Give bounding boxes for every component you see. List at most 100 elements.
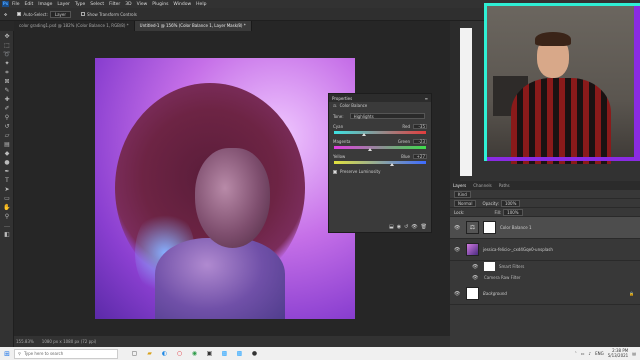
eyedropper-icon[interactable]: ✎ xyxy=(3,88,11,94)
magenta-green-value[interactable]: -23 xyxy=(413,139,427,144)
yellow-blue-slider[interactable] xyxy=(334,161,426,166)
menu-edit[interactable]: Edit xyxy=(25,2,34,7)
lightroom-taskbar-icon[interactable]: ▩ xyxy=(235,349,244,358)
layer-row[interactable]: 👁 ⚖ Color Balance 1 xyxy=(450,217,640,239)
tab-paths[interactable]: Paths xyxy=(499,183,510,188)
menu-plugins[interactable]: Plugins xyxy=(152,2,168,7)
menu-type[interactable]: Type xyxy=(75,2,85,7)
chrome-icon[interactable]: ◉ xyxy=(190,349,199,358)
marquee-icon[interactable]: ⬚ xyxy=(3,43,11,49)
healing-brush-icon[interactable]: ✚ xyxy=(3,97,11,103)
gradient-icon[interactable]: ▤ xyxy=(3,142,11,148)
windows-start-icon[interactable]: ⊞ xyxy=(0,347,14,360)
tray-chevron-icon[interactable]: ˄ xyxy=(575,351,577,356)
notifications-icon[interactable]: ▤ xyxy=(632,351,636,356)
task-view-icon[interactable]: ▢ xyxy=(130,349,139,358)
tab-color-grading[interactable]: color grading1.psd @ 182% (Color Balance… xyxy=(14,21,135,31)
opera-icon[interactable]: ○ xyxy=(175,349,184,358)
yellow-blue-value[interactable]: +27 xyxy=(413,154,427,159)
fill-field[interactable]: 100% xyxy=(503,208,523,216)
slider-knob[interactable] xyxy=(362,133,367,136)
cyan-red-slider[interactable] xyxy=(334,131,426,136)
layer-row[interactable]: 👁 jessica-felicio-_cxd4Gqe0-unsplash xyxy=(450,239,640,261)
hand-icon[interactable]: ✋ xyxy=(3,205,11,211)
document-image[interactable] xyxy=(95,58,355,319)
doc-info: 1080 px x 1080 px (72 ppi) xyxy=(41,339,97,344)
eye-icon[interactable]: 👁 xyxy=(472,264,478,270)
menu-view[interactable]: View xyxy=(137,2,148,7)
lasso-icon[interactable]: ➰ xyxy=(3,52,11,58)
show-transform-option[interactable]: Show Transform Controls xyxy=(81,12,137,17)
menu-file[interactable]: File xyxy=(12,2,20,7)
menu-filter[interactable]: Filter xyxy=(109,2,120,7)
delete-icon[interactable]: 🗑 xyxy=(421,224,427,230)
menu-image[interactable]: Image xyxy=(38,2,52,7)
preserve-luminosity-checkbox[interactable] xyxy=(333,169,337,174)
layer-row[interactable]: 👁 Background 🔒 xyxy=(450,283,640,305)
lock-icon[interactable]: 🔒 xyxy=(629,291,634,296)
magic-wand-icon[interactable]: ✦ xyxy=(3,61,11,67)
menu-layer[interactable]: Layer xyxy=(57,2,70,7)
pen-icon[interactable]: ✒ xyxy=(3,169,11,175)
file-explorer-icon[interactable]: ▰ xyxy=(145,349,154,358)
edge-icon[interactable]: ◐ xyxy=(160,349,169,358)
move-icon[interactable]: ✥ xyxy=(3,34,11,40)
tab-untitled[interactable]: Untitled-1 @ 156% (Color Balance 1, Laye… xyxy=(134,21,252,31)
opacity-field[interactable]: 100% xyxy=(500,199,521,207)
camera-raw-filter-row[interactable]: 👁 Camera Raw Filter xyxy=(450,272,640,283)
tone-dropdown[interactable]: Highlights xyxy=(349,113,425,119)
taskbar-search[interactable]: ⚲ Type here to search xyxy=(14,348,118,359)
language-indicator[interactable]: ENG xyxy=(595,351,604,356)
clip-to-layer-icon[interactable]: ⬓ xyxy=(389,224,394,230)
volume-icon[interactable]: ♪ xyxy=(589,351,592,356)
panel-menu-icon[interactable]: ≡ xyxy=(425,96,428,101)
blend-mode-dropdown[interactable]: Normal xyxy=(454,199,477,207)
menu-window[interactable]: Window xyxy=(173,2,191,7)
slider-knob[interactable] xyxy=(367,148,372,151)
auto-select-target-dropdown[interactable]: Layer xyxy=(49,10,72,18)
move-tool-icon[interactable]: ✥ xyxy=(4,12,7,17)
rectangle-icon[interactable]: ▭ xyxy=(3,196,11,202)
brush-icon[interactable]: ✐ xyxy=(3,106,11,112)
path-select-icon[interactable]: ➤ xyxy=(3,187,11,193)
store-icon[interactable]: ▣ xyxy=(205,349,214,358)
eye-icon[interactable]: 👁 xyxy=(472,275,478,281)
more-tools-icon[interactable]: … xyxy=(3,223,11,229)
eye-icon[interactable]: 👁 xyxy=(454,291,460,297)
menu-3d[interactable]: 3D xyxy=(125,2,131,7)
photoshop-taskbar-icon[interactable]: ▩ xyxy=(220,349,229,358)
filter-kind-dropdown[interactable]: Kind xyxy=(454,190,471,198)
eye-icon[interactable]: 👁 xyxy=(454,225,460,231)
color-picker-panel[interactable] xyxy=(460,28,472,176)
menu-help[interactable]: Help xyxy=(196,2,206,7)
visibility-icon[interactable]: 👁 xyxy=(411,224,417,230)
network-icon[interactable]: ▭ xyxy=(581,351,585,356)
zoom-level[interactable]: 155.83% xyxy=(16,339,34,344)
magenta-green-slider[interactable] xyxy=(334,146,426,151)
view-previous-icon[interactable]: ◉ xyxy=(397,224,401,230)
reset-icon[interactable]: ↺ xyxy=(404,224,408,230)
dodge-icon[interactable]: ● xyxy=(3,160,11,166)
stamp-icon[interactable]: ⚲ xyxy=(3,115,11,121)
menu-select[interactable]: Select xyxy=(90,2,104,7)
frame-icon[interactable]: ⊠ xyxy=(3,79,11,85)
cyan-red-value[interactable]: -35 xyxy=(413,124,427,129)
zoom-icon[interactable]: ⚲ xyxy=(3,214,11,220)
crop-icon[interactable]: ⌗ xyxy=(3,70,11,76)
type-icon[interactable]: T xyxy=(3,178,11,184)
eraser-icon[interactable]: ▱ xyxy=(3,133,11,139)
blur-icon[interactable]: ◆ xyxy=(3,151,11,157)
color-swatches-icon[interactable]: ◧ xyxy=(3,232,11,238)
auto-select-checkbox[interactable] xyxy=(17,12,22,16)
auto-select-option[interactable]: Auto-Select: Layer xyxy=(17,10,72,18)
tab-channels[interactable]: Channels xyxy=(473,183,492,188)
obs-icon[interactable]: ● xyxy=(250,349,259,358)
slider-knob[interactable] xyxy=(389,163,394,166)
tab-layers[interactable]: Layers xyxy=(453,183,466,188)
clock[interactable]: 2:38 PM 5/13/2021 xyxy=(608,348,629,358)
show-transform-checkbox[interactable] xyxy=(81,12,86,16)
eye-icon[interactable]: 👁 xyxy=(454,247,460,253)
history-brush-icon[interactable]: ↺ xyxy=(3,124,11,130)
smart-filters-row[interactable]: 👁 Smart Filters xyxy=(450,261,640,272)
layer-mask-thumbnail[interactable] xyxy=(483,221,496,234)
